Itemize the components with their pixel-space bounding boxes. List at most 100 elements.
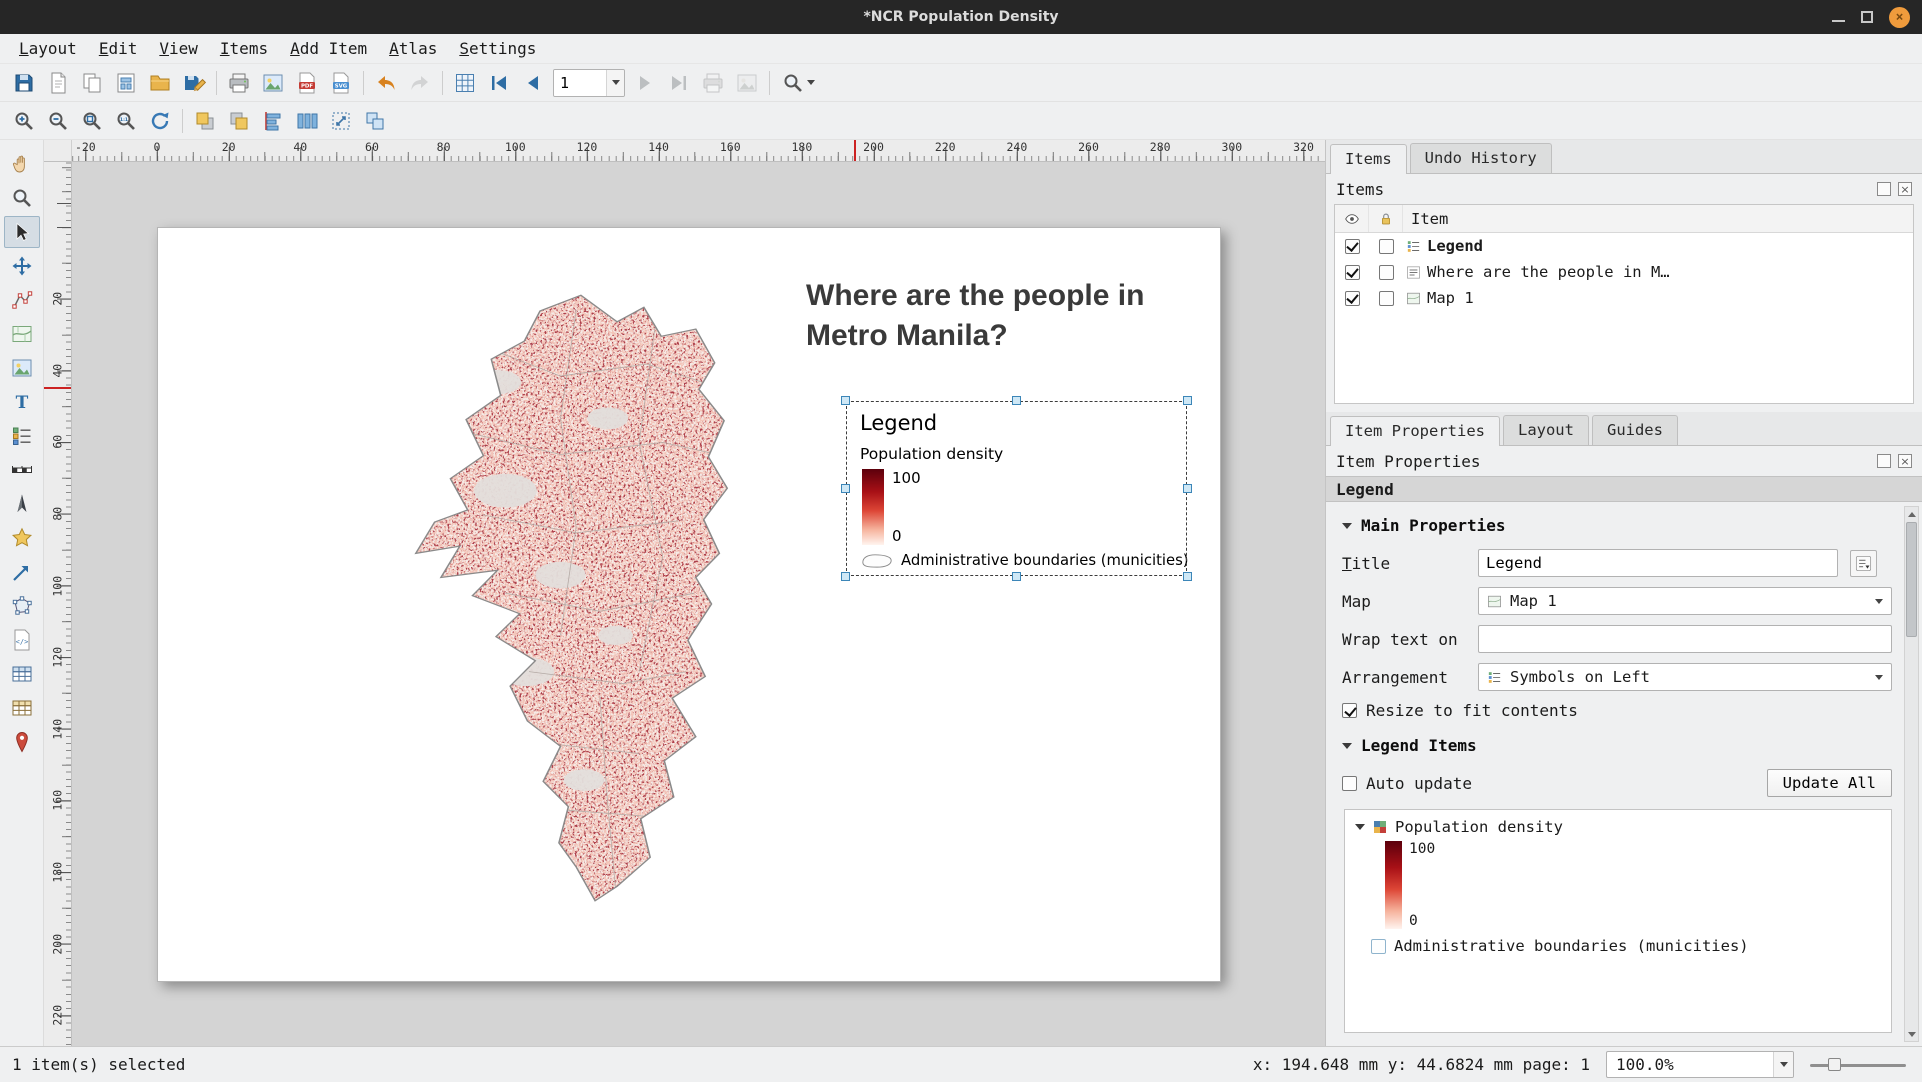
zoom-tool[interactable] [4,182,40,214]
float-panel-icon[interactable] [1877,182,1891,196]
scroll-up-icon[interactable] [1905,507,1918,521]
update-all-button[interactable]: Update All [1766,769,1892,797]
tab-undo-history[interactable]: Undo History [1409,143,1552,173]
pan-tool[interactable] [4,148,40,180]
lock-checkbox[interactable] [1378,290,1394,306]
zoom-tool-dropdown-button[interactable] [776,67,820,99]
refresh-view-button[interactable] [144,105,176,137]
page-title[interactable]: Where are the people in Metro Manila? [806,276,1186,356]
float-panel-icon[interactable] [1877,454,1891,468]
items-row-label[interactable]: Where are the people in M… [1335,259,1913,285]
tab-guides[interactable]: Guides [1591,415,1678,445]
last-feature-button[interactable] [663,67,695,99]
properties-scrollbar[interactable] [1904,506,1919,1042]
undo-button[interactable] [370,67,402,99]
print-atlas-button[interactable] [697,67,729,99]
visibility-checkbox[interactable] [1344,290,1360,306]
close-panel-icon[interactable]: × [1898,182,1912,196]
lock-checkbox[interactable] [1378,264,1394,280]
new-layout-button[interactable] [42,67,74,99]
layout-canvas[interactable]: Where are the people in Metro Manila? Le… [72,162,1325,1046]
add-html-tool[interactable] [4,624,40,656]
lock-checkbox[interactable] [1378,238,1394,254]
close-panel-icon[interactable]: × [1898,454,1912,468]
add-picture-tool[interactable] [4,352,40,384]
legend-tree-boundaries-row[interactable]: Administrative boundaries (municities) [1371,937,1881,955]
resize-handle[interactable] [841,572,850,581]
resize-handle[interactable] [1011,396,1021,405]
add-node-item-tool[interactable] [4,590,40,622]
select-move-item-tool[interactable] [3,216,40,248]
visibility-checkbox[interactable] [1344,264,1360,280]
save-layout-button[interactable] [8,67,40,99]
resize-handle[interactable] [1011,572,1021,581]
visibility-checkbox[interactable] [1344,238,1360,254]
zoom-actual-button[interactable] [110,105,142,137]
resize-to-fit-checkbox[interactable] [1342,703,1357,718]
zoom-level-combo[interactable]: 100.0% [1606,1051,1794,1078]
legend-items-section[interactable]: Legend Items [1342,736,1892,755]
scrollbar-thumb[interactable] [1906,522,1917,637]
distribute-items-button[interactable] [291,105,323,137]
expander-icon[interactable] [1355,824,1365,830]
legend-item[interactable]: Legend Population density 100 0 Administ… [841,396,1192,581]
auto-update-checkbox[interactable] [1342,775,1357,791]
add-arrow-tool[interactable] [4,556,40,588]
close-button[interactable]: × [1889,6,1910,28]
first-feature-button[interactable] [483,67,515,99]
add-map-tool[interactable] [4,318,40,350]
wrap-text-input[interactable] [1478,625,1892,653]
export-svg-button[interactable] [325,67,357,99]
layout-manager-button[interactable] [110,67,142,99]
layer-checkbox[interactable] [1371,938,1386,954]
tab-item-properties[interactable]: Item Properties [1330,416,1500,446]
scroll-down-icon[interactable] [1905,1027,1918,1041]
lower-items-button[interactable] [223,105,255,137]
menu-add-item[interactable]: Add Item [279,34,378,63]
save-as-template-button[interactable] [178,67,210,99]
resize-handle[interactable] [841,396,850,405]
page-number-input[interactable] [554,69,606,96]
export-pdf-button[interactable] [291,67,323,99]
add-legend-tool[interactable] [4,420,40,452]
menu-layout[interactable]: Layout [8,34,88,63]
add-label-tool[interactable] [4,386,40,418]
slider-thumb[interactable] [1828,1057,1841,1071]
group-items-button[interactable] [359,105,391,137]
items-row-legend[interactable]: Legend [1335,233,1913,259]
tab-items[interactable]: Items [1330,144,1407,174]
layout-page[interactable]: Where are the people in Metro Manila? Le… [157,227,1221,982]
add-attribute-table-tool[interactable] [4,658,40,690]
zoom-out-button[interactable] [42,105,74,137]
menu-edit[interactable]: Edit [88,34,149,63]
menu-settings[interactable]: Settings [448,34,547,63]
zoom-slider[interactable] [1810,1055,1906,1075]
export-image-button[interactable] [257,67,289,99]
page-number-caret[interactable] [606,69,624,96]
legend-tree-layer-row[interactable]: Population density [1355,818,1881,836]
add-scalebar-tool[interactable] [4,454,40,486]
menu-atlas[interactable]: Atlas [378,34,448,63]
menu-view[interactable]: View [148,34,209,63]
resize-items-button[interactable] [325,105,357,137]
duplicate-layout-button[interactable] [76,67,108,99]
add-items-from-template-button[interactable] [144,67,176,99]
add-north-arrow-tool[interactable] [4,488,40,520]
resize-handle[interactable] [1183,396,1192,405]
move-item-content-tool[interactable] [4,250,40,282]
previous-feature-button[interactable] [517,67,549,99]
print-button[interactable] [223,67,255,99]
arrangement-select[interactable]: Symbols on Left [1478,663,1892,691]
next-feature-button[interactable] [629,67,661,99]
main-properties-section[interactable]: Main Properties [1342,516,1892,535]
maximize-button[interactable] [1861,11,1873,23]
add-fixed-table-tool[interactable] [4,692,40,724]
redo-button[interactable] [404,67,436,99]
raise-items-button[interactable] [189,105,221,137]
map-select[interactable]: Map 1 [1478,587,1892,615]
resize-handle[interactable] [1183,483,1192,493]
map-item[interactable] [406,283,737,915]
preview-atlas-button[interactable] [449,67,481,99]
tab-layout[interactable]: Layout [1502,415,1589,445]
zoom-full-button[interactable] [76,105,108,137]
